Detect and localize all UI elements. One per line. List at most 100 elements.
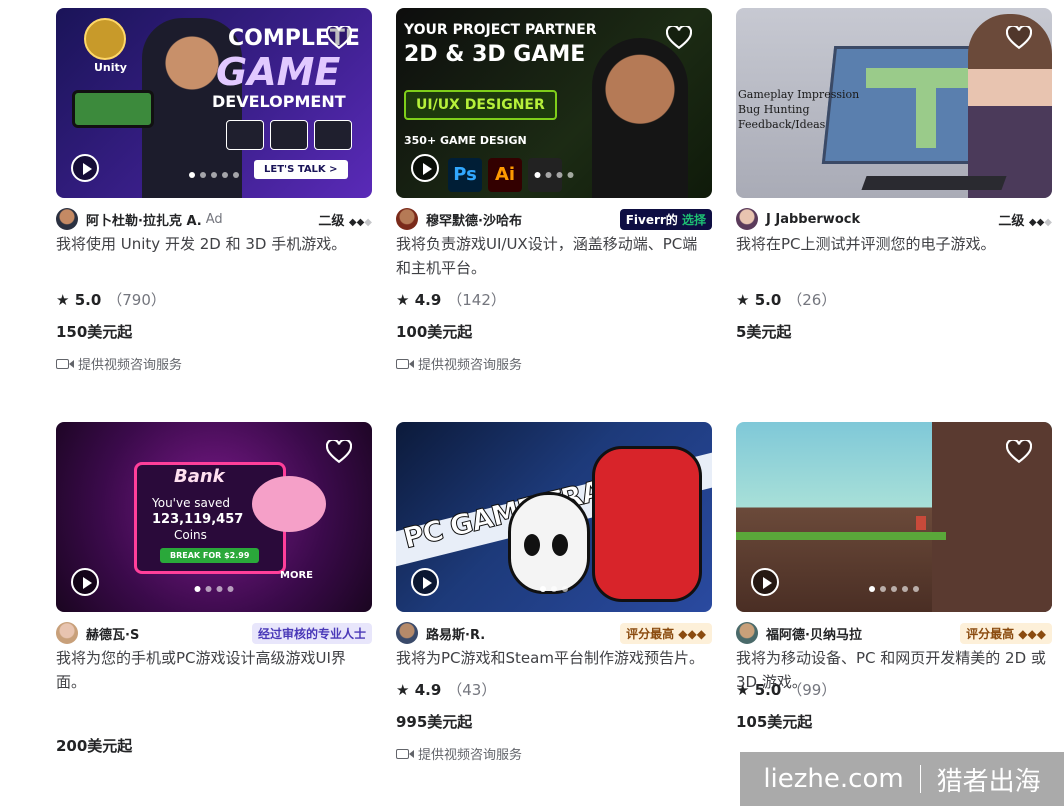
heart-icon[interactable] [326, 26, 352, 50]
gig-thumbnail[interactable]: Bank You've saved 123,119,457 Coins BREA… [56, 422, 372, 612]
video-camera-icon [396, 748, 414, 759]
heart-icon[interactable] [326, 440, 352, 464]
ad-label: Ad [205, 211, 223, 227]
price: 105美元起 [736, 713, 813, 731]
more-label: MORE [280, 570, 313, 581]
gig-thumbnail[interactable]: PC GAME TRAILER [396, 422, 712, 612]
gig-title[interactable]: 我将为您的手机或PC游戏设计高级游戏UI界面。 [56, 646, 372, 694]
carousel-dots[interactable] [534, 172, 574, 178]
gig-card[interactable]: COMPLETE GAME DEVELOPMENT Unity LET'S TA… [56, 8, 372, 373]
rating-placeholder [56, 703, 372, 723]
video-label: 提供视频咨询服务 [418, 358, 523, 373]
rating-value: 5.0 [754, 291, 782, 309]
heart-icon[interactable] [1006, 26, 1032, 50]
avatar[interactable] [396, 208, 418, 230]
seller-row: 赫德瓦·S 经过审核的专业人士 [56, 622, 372, 644]
avatar[interactable] [56, 208, 78, 230]
seller-name[interactable]: 路易斯·R. [426, 624, 485, 643]
seller-row: 福阿德·贝纳马拉 评分最高 ◆◆◆ [736, 622, 1052, 644]
gig-card[interactable]: Gameplay Impression Bug Hunting Feedback… [736, 8, 1052, 342]
video-camera-icon [56, 358, 74, 369]
carousel-dots[interactable] [869, 586, 919, 592]
avatar[interactable] [736, 208, 758, 230]
seller-photo [592, 38, 688, 198]
carousel-dots[interactable] [189, 172, 239, 178]
avatar[interactable] [396, 622, 418, 644]
store-icons [226, 120, 352, 150]
seller-row: 路易斯·R. 评分最高 ◆◆◆ [396, 622, 712, 644]
carousel-dots[interactable] [540, 586, 568, 592]
price: 200美元起 [56, 737, 133, 755]
price: 5美元起 [736, 323, 792, 341]
play-icon[interactable] [71, 568, 99, 596]
gig-card[interactable]: YOUR PROJECT PARTNER 2D & 3D GAME UI/UX … [396, 8, 712, 373]
thumb-line-2: Bug Hunting [738, 103, 810, 116]
seller-row: 阿卜杜勒·拉扎克 A. Ad 二级 ◆◆◆ [56, 208, 372, 230]
gig-thumbnail[interactable]: YOUR PROJECT PARTNER 2D & 3D GAME UI/UX … [396, 8, 712, 198]
level-text: 二级 [998, 213, 1025, 229]
player-sprite [916, 516, 926, 530]
grass-ledge [736, 532, 946, 540]
avatar[interactable] [56, 622, 78, 644]
avatar[interactable] [736, 622, 758, 644]
carousel-dots[interactable] [194, 586, 234, 592]
thumb-title-3: DEVELOPMENT [212, 92, 346, 111]
play-icon[interactable] [411, 568, 439, 596]
seller-name[interactable]: 阿卜杜勒·拉扎克 A. [86, 210, 202, 229]
piggy-bank-image [252, 476, 326, 532]
badge-text: Fiverr的 [625, 212, 678, 227]
review-count: （43） [447, 681, 497, 699]
map-corridor [916, 68, 936, 148]
play-icon[interactable] [751, 568, 779, 596]
play-icon[interactable] [71, 154, 99, 182]
price: 100美元起 [396, 323, 473, 341]
badge-highlight: 选择 [681, 212, 706, 227]
gig-title[interactable]: 我将在PC上测试并评测您的电子游戏。 [736, 232, 1052, 280]
gig-card[interactable]: Bank You've saved 123,119,457 Coins BREA… [56, 422, 372, 756]
video-consultation: 提供视频咨询服务 [396, 354, 712, 373]
seller-name[interactable]: 穆罕默德·沙哈布 [426, 210, 522, 229]
fiverrs-choice-badge: Fiverr的 选择 [619, 208, 712, 230]
gig-card[interactable]: 福阿德·贝纳马拉 评分最高 ◆◆◆ 我将为移动设备、PC 和网页开发精美的 2D… [736, 422, 1052, 732]
rating: ★ 5.0 （26） [736, 289, 1052, 309]
seller-row: 穆罕默德·沙哈布 Fiverr的 选择 [396, 208, 712, 230]
seller-name[interactable]: J Jabberwock [766, 212, 860, 227]
review-count: （26） [787, 291, 837, 309]
seller-level: 二级 ◆◆◆ [318, 210, 372, 229]
thumb-line-1: Gameplay Impression [738, 88, 860, 101]
vetted-pro-badge: 经过审核的专业人士 [251, 622, 372, 644]
watermark-divider [919, 765, 921, 793]
gig-title[interactable]: 我将负责游戏UI/UX设计，涵盖移动端、PC端和主机平台。 [396, 232, 712, 280]
game-design-count: 350+ GAME DESIGN [404, 134, 527, 147]
saved-amount: 123,119,457 [152, 512, 244, 527]
star-icon: ★ [396, 681, 410, 699]
heart-icon[interactable] [666, 26, 692, 50]
review-count: （99） [787, 681, 837, 699]
play-icon[interactable] [411, 154, 439, 182]
gig-title[interactable]: 我将使用 Unity 开发 2D 和 3D 手机游戏。 [56, 232, 372, 280]
seller-name[interactable]: 福阿德·贝纳马拉 [766, 624, 862, 643]
gig-thumbnail[interactable]: Gameplay Impression Bug Hunting Feedback… [736, 8, 1052, 198]
lets-talk-button: LET'S TALK > [254, 160, 348, 179]
gig-card[interactable]: PC GAME TRAILER 路易斯·R. 评分最高 ◆◆◆ 我将为PC游戏和… [396, 422, 712, 763]
video-label: 提供视频咨询服务 [418, 748, 523, 763]
review-count: （790） [107, 291, 166, 309]
unity-label: Unity [94, 61, 127, 74]
rating-value: 4.9 [414, 681, 442, 699]
price: 995美元起 [396, 713, 473, 731]
gig-thumbnail[interactable] [736, 422, 1052, 612]
rating: ★ 5.0 （790） [56, 289, 372, 309]
review-count: （142） [447, 291, 506, 309]
top-rated-badge: 评分最高 ◆◆◆ [960, 622, 1052, 644]
seller-name[interactable]: 赫德瓦·S [86, 624, 139, 643]
top-rated-badge: 评分最高 ◆◆◆ [620, 622, 712, 644]
video-consultation: 提供视频咨询服务 [396, 744, 712, 763]
keyboard [861, 176, 1007, 190]
heart-icon[interactable] [1006, 440, 1032, 464]
rating-value: 4.9 [414, 291, 442, 309]
level-text: 二级 [318, 213, 345, 229]
coins-label: Coins [174, 528, 207, 542]
gig-thumbnail[interactable]: COMPLETE GAME DEVELOPMENT Unity LET'S TA… [56, 8, 372, 198]
level-diamond-icon: ◆◆ [1028, 216, 1045, 228]
watermark: liezhe.com 猎者出海 [740, 752, 1064, 806]
